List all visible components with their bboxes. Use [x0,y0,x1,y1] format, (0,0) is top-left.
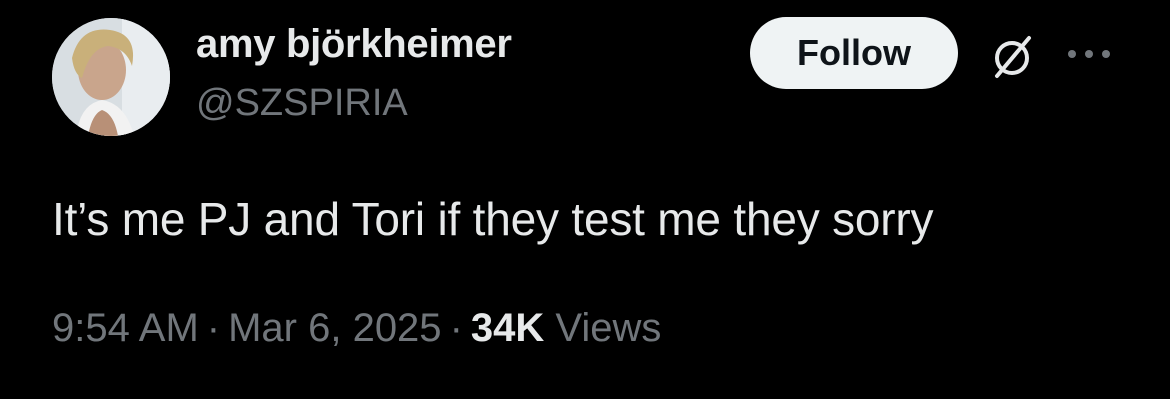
more-horizontal-icon [1068,50,1110,58]
views-label: Views [555,306,662,350]
avatar-photo [52,18,170,136]
tweet-meta: 9:54 AM · Mar 6, 2025 · 34K Views [52,306,661,351]
grok-slash-circle-icon [995,36,1031,78]
author-handle[interactable]: @SZSPIRIA [196,82,408,125]
meta-separator: · [206,306,221,350]
follow-button[interactable]: Follow [750,17,958,89]
views-count[interactable]: 34K [471,306,544,350]
tweet-date[interactable]: Mar 6, 2025 [228,306,441,350]
more-icon[interactable] [1064,36,1114,72]
grok-icon[interactable] [985,30,1039,84]
avatar[interactable] [52,18,170,136]
author-display-name[interactable]: amy björkheimer [196,22,512,67]
meta-separator: · [449,306,463,350]
tweet-text: It’s me PJ and Tori if they test me they… [52,193,934,245]
tweet-time[interactable]: 9:54 AM [52,306,199,350]
